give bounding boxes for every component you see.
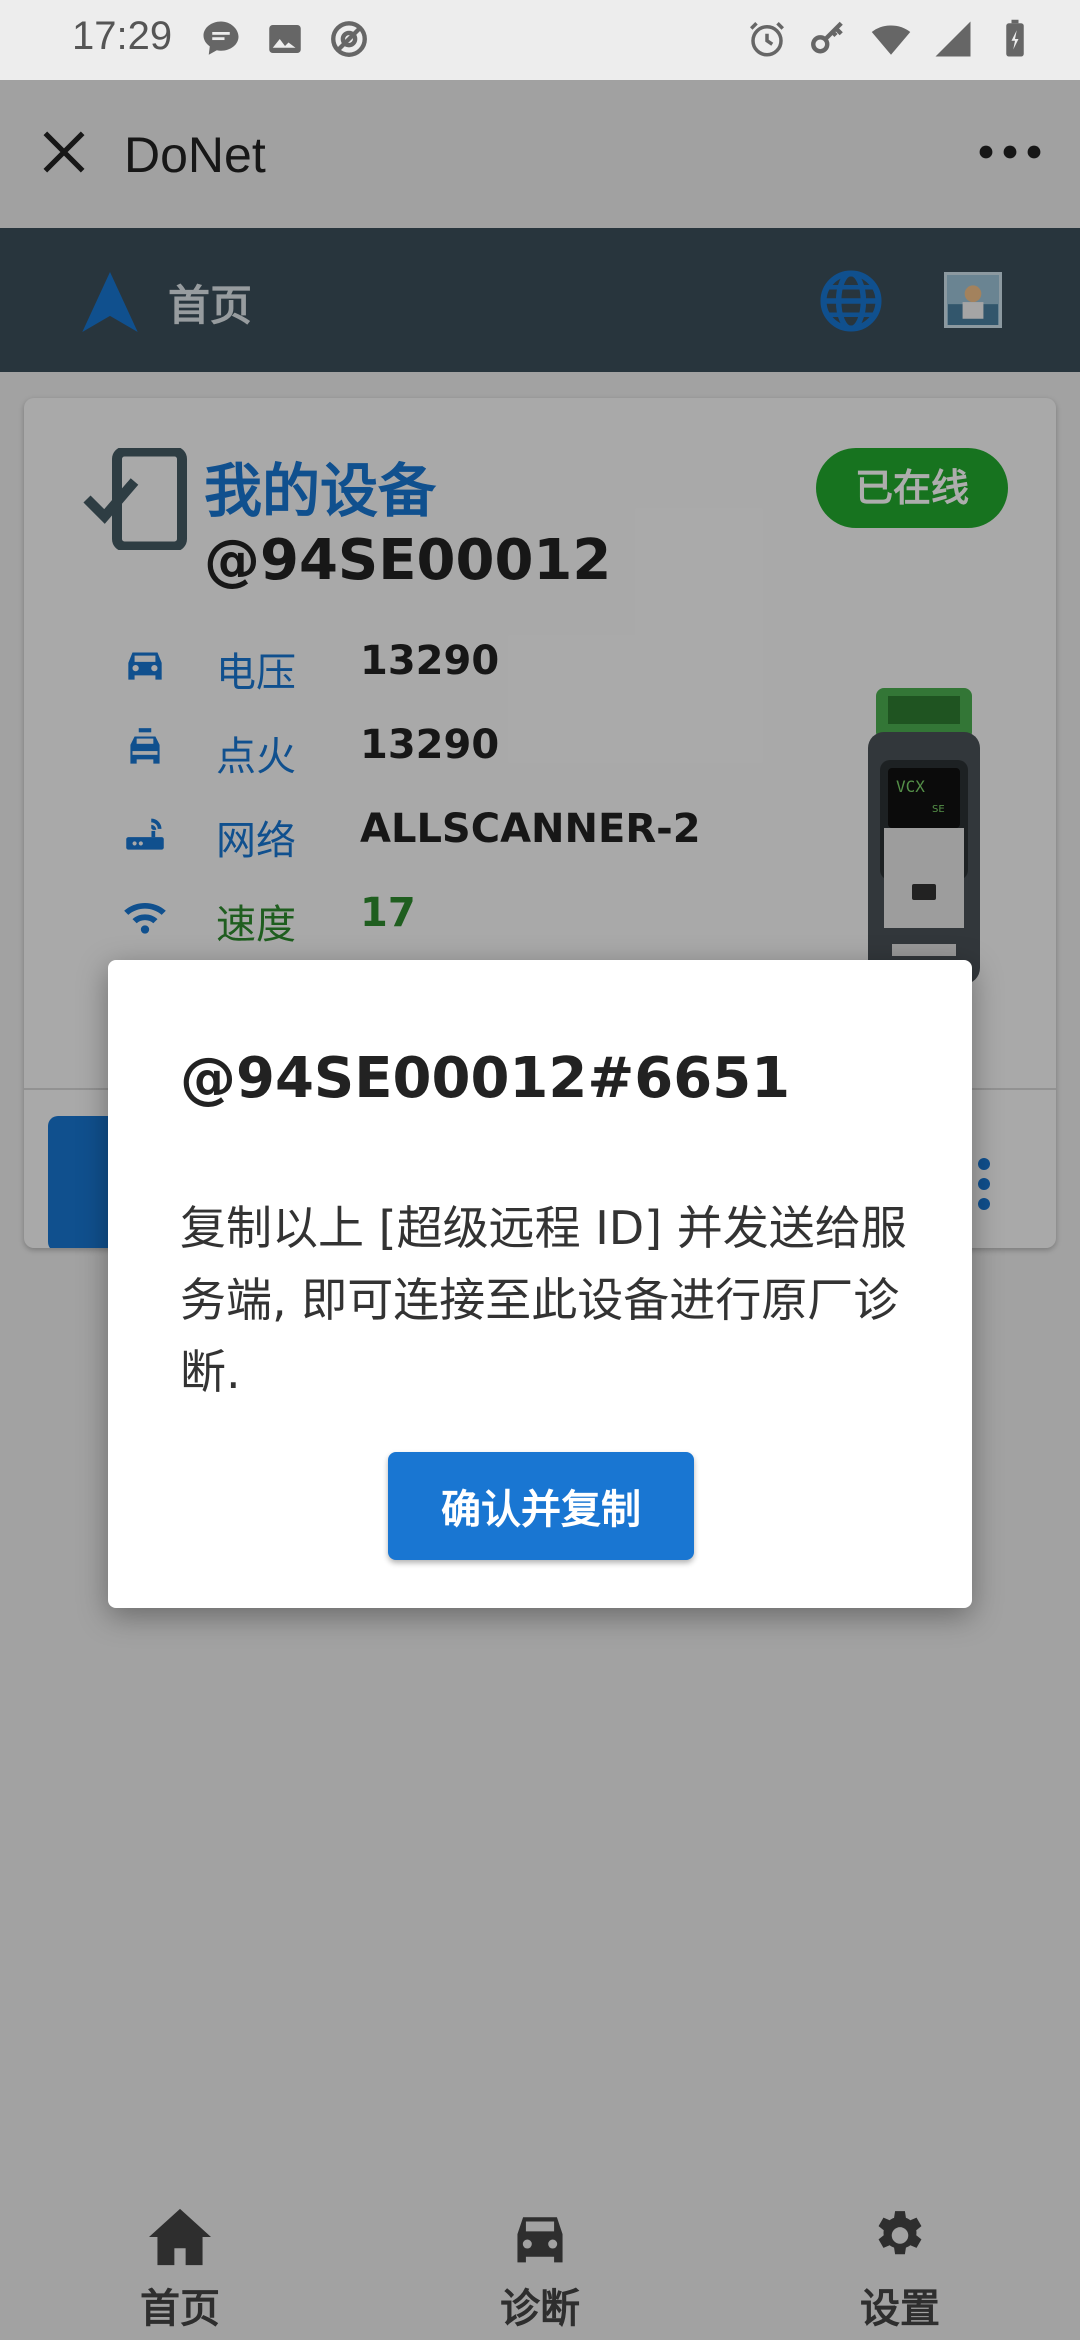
wifi-icon — [871, 25, 911, 55]
confirm-copy-button[interactable]: 确认并复制 — [388, 1452, 694, 1560]
status-bar: 17:29 — [0, 0, 1080, 80]
at-sign-icon — [331, 21, 367, 57]
dialog-title: @94SE00012#6651 — [180, 1046, 791, 1111]
signal-icon — [935, 21, 971, 57]
image-icon — [269, 25, 301, 53]
dialog-body: 复制以上 [超级远程 ID] 并发送给服务端, 即可连接至此设备进行原厂诊断. — [180, 1201, 907, 1399]
alarm-icon — [750, 22, 784, 57]
key-icon — [811, 21, 843, 54]
status-time: 17:29 — [72, 14, 173, 58]
chat-bubble-icon — [203, 21, 239, 55]
remote-id-dialog: @94SE00012#6651 复制以上 [超级远程 ID] 并发送给服务端, … — [108, 960, 972, 1608]
battery-charging-icon — [1006, 19, 1024, 57]
